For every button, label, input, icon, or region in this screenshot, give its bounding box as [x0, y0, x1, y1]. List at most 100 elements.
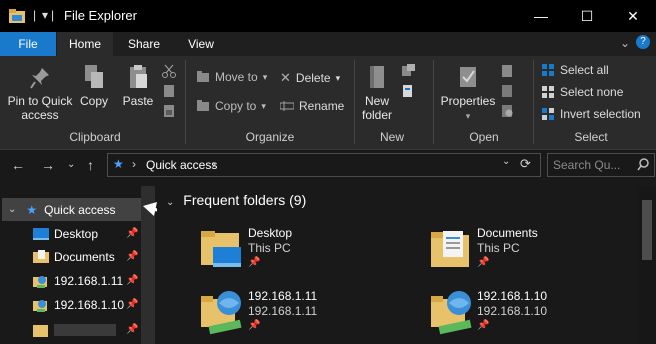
- tab-view[interactable]: View: [178, 32, 224, 56]
- move-to-button[interactable]: Move to ▾: [196, 70, 267, 84]
- folder-tile-network-11[interactable]: 192.168.1.11 192.168.1.11 📌: [197, 287, 387, 337]
- address-bar[interactable]: ★ › Quick access › ⌄ ⟳: [107, 153, 541, 177]
- nav-item-desktop[interactable]: Desktop 📌: [0, 222, 140, 245]
- pin-to-quick-access-button[interactable]: Pin to Quick access: [6, 66, 74, 122]
- new-item-icon[interactable]: [401, 64, 417, 78]
- qat-dropdown-icon[interactable]: ▾: [42, 8, 48, 22]
- rename-button[interactable]: Rename: [280, 99, 344, 113]
- tab-home[interactable]: Home: [57, 32, 113, 56]
- collapse-section-chevron-icon[interactable]: ⌄: [166, 197, 174, 208]
- frequent-folders-header[interactable]: ⌄ Frequent folders (9): [166, 192, 306, 208]
- paste-label: Paste: [122, 94, 154, 108]
- select-all-button[interactable]: Select all: [541, 63, 609, 77]
- documents-folder-icon: [431, 231, 469, 267]
- open-icon[interactable]: [500, 64, 514, 78]
- quick-access-star-icon: ★: [113, 157, 124, 171]
- forward-arrow-icon[interactable]: →: [41, 157, 55, 173]
- close-button[interactable]: ✕: [610, 0, 656, 32]
- select-none-icon: [542, 86, 554, 98]
- quick-access-star-icon: ★: [26, 202, 38, 217]
- pin-icon: [30, 68, 49, 89]
- address-separator-2[interactable]: ›: [212, 157, 216, 171]
- easy-access-icon[interactable]: [401, 84, 417, 98]
- nav-item-redacted[interactable]: 📌: [0, 318, 140, 341]
- nav-item-network-10[interactable]: 192.168.1.10 📌: [0, 293, 140, 316]
- pin-icon[interactable]: 📌: [126, 251, 138, 262]
- edit-icon[interactable]: [500, 84, 514, 98]
- pin-icon[interactable]: 📌: [126, 275, 138, 286]
- folder-location: 192.168.1.11: [248, 304, 318, 318]
- content-scrollbar-thumb[interactable]: [642, 200, 652, 260]
- folder-name: 192.168.1.11: [248, 289, 318, 303]
- pin-icon[interactable]: 📌: [248, 320, 260, 331]
- paste-button[interactable]: Paste: [118, 64, 158, 108]
- back-arrow-icon[interactable]: ←: [11, 157, 25, 173]
- address-dropdown-icon[interactable]: ⌄: [502, 156, 510, 167]
- folder-tile-desktop[interactable]: Desktop This PC 📌: [197, 224, 387, 274]
- properties-chevron-icon: ▾: [465, 111, 471, 121]
- copy-button[interactable]: Copy: [76, 64, 112, 108]
- folder-tile-network-10[interactable]: 192.168.1.10 192.168.1.10 📌: [427, 287, 617, 337]
- network-folder-icon: [33, 299, 47, 312]
- network-folder-icon: [431, 291, 472, 335]
- invert-selection-label: Invert selection: [560, 107, 641, 121]
- paste-shortcut-icon[interactable]: [162, 104, 176, 118]
- ribbon: Pin to Quick access Copy Paste Clipboard…: [0, 56, 656, 150]
- copy-path-icon[interactable]: [162, 84, 176, 98]
- pin-icon[interactable]: 📌: [126, 324, 138, 335]
- address-separator: ›: [132, 157, 136, 171]
- ribbon-tabs: File Home Share View ⌄ ?: [0, 32, 656, 56]
- pin-icon[interactable]: 📌: [477, 257, 489, 268]
- address-path[interactable]: Quick access: [146, 158, 217, 172]
- network-folder-icon: [201, 291, 242, 335]
- content-pane: ⌄ Frequent folders (9) Desktop This PC 📌…: [157, 186, 656, 344]
- organize-group-label: Organize: [245, 130, 295, 144]
- nav-item-network-11[interactable]: 192.168.1.11 📌: [0, 269, 140, 292]
- copy-label: Copy: [79, 94, 108, 108]
- desktop-folder-icon: [201, 231, 241, 267]
- folder-tile-documents[interactable]: Documents This PC 📌: [427, 224, 617, 274]
- pin-icon[interactable]: 📌: [126, 299, 138, 310]
- delete-label: Delete: [295, 71, 331, 85]
- minimize-button[interactable]: —: [518, 0, 564, 32]
- tab-file[interactable]: File: [0, 32, 56, 56]
- up-arrow-icon[interactable]: ↑: [87, 157, 94, 173]
- pin-icon[interactable]: 📌: [477, 320, 489, 331]
- search-input[interactable]: Search Qu...: [553, 158, 620, 172]
- move-to-chevron-icon: ▾: [262, 71, 268, 82]
- maximize-button[interactable]: ☐: [564, 0, 610, 32]
- content-scrollbar-track[interactable]: [639, 186, 656, 344]
- folder-location: This PC: [248, 241, 291, 255]
- properties-label: Properties: [440, 94, 496, 108]
- folder-location: 192.168.1.10: [477, 304, 548, 318]
- properties-button[interactable]: Properties ▾: [440, 64, 496, 123]
- tab-share[interactable]: Share: [118, 32, 170, 56]
- select-none-button[interactable]: Select none: [541, 85, 623, 99]
- ribbon-divider-3: [433, 60, 434, 144]
- copy-to-button[interactable]: Copy to ▾: [196, 99, 266, 113]
- delete-button[interactable]: ✕ Delete ▾: [280, 70, 340, 86]
- cut-icon[interactable]: [162, 64, 176, 78]
- folder-location: This PC: [477, 241, 520, 255]
- search-box[interactable]: Search Qu...: [547, 153, 655, 177]
- history-icon[interactable]: [500, 104, 514, 118]
- select-group-label: Select: [574, 130, 608, 144]
- folder-name: Desktop: [248, 226, 293, 240]
- open-group-label: Open: [469, 130, 499, 144]
- nav-item-quick-access[interactable]: ⌄ ★ Quick access: [2, 198, 141, 221]
- recent-locations-chevron-icon[interactable]: ⌄: [67, 159, 75, 170]
- refresh-icon[interactable]: ⟳: [520, 156, 531, 172]
- help-icon[interactable]: ?: [636, 35, 650, 49]
- select-all-label: Select all: [560, 63, 609, 77]
- collapse-ribbon-icon[interactable]: ⌄: [620, 36, 630, 50]
- pin-icon[interactable]: 📌: [248, 257, 260, 268]
- folder-icon: [33, 324, 48, 337]
- pin-icon[interactable]: 📌: [126, 228, 138, 239]
- expand-chevron-icon[interactable]: ⌄: [8, 204, 16, 215]
- new-folder-button[interactable]: New folder: [356, 64, 398, 122]
- move-to-label: Move to: [215, 70, 258, 84]
- nav-item-documents[interactable]: Documents 📌: [0, 245, 140, 268]
- invert-selection-button[interactable]: Invert selection: [541, 107, 641, 121]
- paste-icon: [130, 65, 147, 88]
- ribbon-divider-4: [533, 60, 534, 144]
